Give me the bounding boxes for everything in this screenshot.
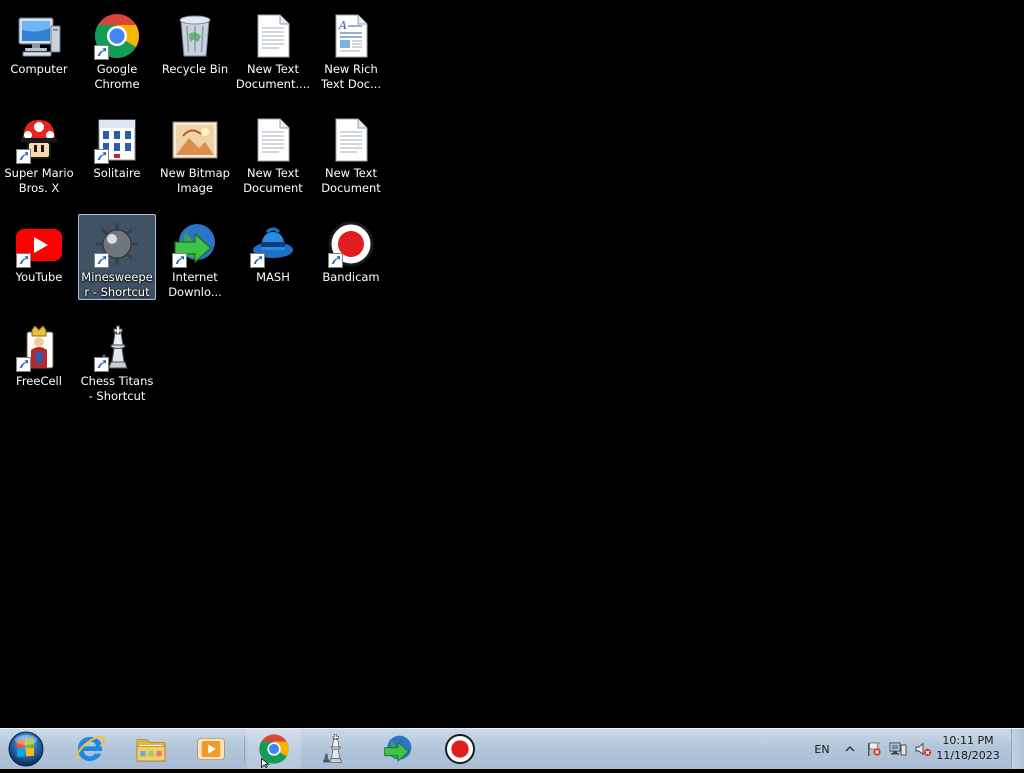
desktop-icon-new-text-document[interactable]: New Text Document.... bbox=[234, 6, 312, 92]
desktop-icon-google-chrome[interactable]: Google Chrome bbox=[78, 6, 156, 92]
desktop-icon-new-text-document-2[interactable]: New Text Document (2) bbox=[312, 110, 390, 196]
desktop-icon-recycle-bin[interactable]: Recycle Bin bbox=[156, 6, 234, 92]
desktop-icon-bandicam[interactable]: Bandicam bbox=[312, 214, 390, 300]
desktop-icon-label: Solitaire bbox=[93, 166, 141, 180]
desktop-icon-label: Internet Downlo... bbox=[168, 270, 222, 299]
language-indicator[interactable]: EN bbox=[810, 729, 834, 769]
desktop-icon-label: FreeCell bbox=[16, 374, 62, 388]
bitmap-image-icon bbox=[171, 116, 219, 164]
svg-text:A: A bbox=[338, 19, 347, 32]
windows-start-icon bbox=[8, 731, 44, 767]
chess-icon bbox=[93, 324, 141, 372]
desktop-icon-label: Chess Titans - Shortcut bbox=[80, 374, 154, 403]
clock-date: 11/18/2023 bbox=[936, 749, 1000, 762]
volume-tray-button[interactable] bbox=[912, 729, 934, 769]
desktop-icon-label: New Bitmap Image bbox=[160, 166, 230, 195]
recycle-bin-icon bbox=[171, 12, 219, 60]
show-desktop-button[interactable] bbox=[1011, 729, 1024, 769]
text-document-icon bbox=[327, 116, 375, 164]
desktop-icon-chess-titans-shortcut[interactable]: Chess Titans - Shortcut bbox=[78, 318, 156, 404]
action-center-icon bbox=[868, 742, 881, 756]
computer-icon bbox=[15, 12, 63, 60]
text-document-icon bbox=[249, 12, 297, 60]
mouse-cursor bbox=[261, 758, 270, 768]
desktop[interactable]: Computer Google Chrome Recycle Bin New Text… bbox=[0, 0, 1024, 728]
clock-time: 10:11 PM bbox=[942, 734, 994, 747]
taskbar-item-google-chrome[interactable] bbox=[247, 729, 301, 769]
shortcut-arrow-icon bbox=[94, 45, 109, 60]
desktop-icon-new-bitmap-image[interactable]: New Bitmap Image bbox=[156, 110, 234, 196]
start-button[interactable] bbox=[0, 729, 52, 769]
taskbar-item-internet-explorer[interactable] bbox=[63, 729, 117, 769]
shortcut-arrow-icon bbox=[94, 149, 109, 164]
show-hidden-icons-button[interactable] bbox=[842, 729, 858, 769]
mash-icon bbox=[249, 220, 297, 268]
desktop-icon-label: New Text Document.... bbox=[235, 62, 311, 91]
chrome-icon bbox=[93, 12, 141, 60]
internet-download-manager-icon bbox=[171, 220, 219, 268]
shortcut-arrow-icon bbox=[172, 253, 187, 268]
desktop-icon-label: New Rich Text Doc... bbox=[320, 62, 382, 91]
desktop-icon-label: Super Mario Bros. X bbox=[4, 166, 74, 195]
desktop-icon-super-mario-bros-x[interactable]: Super Mario Bros. X bbox=[0, 110, 78, 196]
clock[interactable]: 10:11 PM 11/18/2023 bbox=[932, 733, 1004, 763]
youtube-icon bbox=[15, 220, 63, 268]
shortcut-arrow-icon bbox=[250, 253, 265, 268]
desktop-icon-label: Recycle Bin bbox=[161, 62, 229, 76]
solitaire-icon bbox=[93, 116, 141, 164]
text-document-icon bbox=[249, 116, 297, 164]
desktop-icon-new-rich-text-doc[interactable]: A New Rich Text Doc... bbox=[312, 6, 390, 92]
shortcut-arrow-icon bbox=[16, 253, 31, 268]
shortcut-arrow-icon bbox=[16, 357, 31, 372]
network-icon bbox=[889, 742, 907, 756]
freecell-icon bbox=[15, 324, 63, 372]
internet-explorer-icon bbox=[74, 733, 106, 765]
desktop-icon-freecell[interactable]: FreeCell bbox=[0, 318, 78, 404]
show-hidden-icons-icon bbox=[845, 746, 855, 752]
volume-muted-icon bbox=[915, 742, 932, 757]
desktop-icon-internet-downlo[interactable]: Internet Downlo... bbox=[156, 214, 234, 300]
taskbar: EN 10:11 PM 11/18/2023 bbox=[0, 728, 1024, 769]
internet-download-manager-icon bbox=[382, 733, 414, 765]
desktop-icon-label: YouTube bbox=[15, 270, 63, 284]
desktop-icon-label: Bandicam bbox=[322, 270, 380, 284]
desktop-icon-mash[interactable]: MASH bbox=[234, 214, 312, 300]
taskbar-item-internet-download-manager[interactable] bbox=[371, 729, 425, 769]
shortcut-arrow-icon bbox=[94, 357, 109, 372]
folder-icon bbox=[135, 733, 167, 765]
shortcut-arrow-icon bbox=[328, 253, 343, 268]
action-center-tray-button[interactable] bbox=[864, 729, 884, 769]
desktop-icon-label: Google Chrome bbox=[94, 62, 140, 91]
desktop-icon-label: Minesweeper - Shortcut bbox=[81, 270, 153, 299]
taskbar-item-chess-titans[interactable] bbox=[308, 729, 362, 769]
language-label: EN bbox=[814, 742, 830, 756]
desktop-icon-label: New Text Document (2) bbox=[321, 166, 381, 195]
desktop-icon-computer[interactable]: Computer bbox=[0, 6, 78, 92]
desktop-icon-label: Computer bbox=[10, 62, 68, 76]
shortcut-arrow-icon bbox=[16, 149, 31, 164]
desktop-icon-youtube[interactable]: YouTube bbox=[0, 214, 78, 300]
bandicam-icon bbox=[444, 733, 476, 765]
rich-text-document-icon: A bbox=[327, 12, 375, 60]
desktop-icon-minesweeper-shortcut[interactable]: Minesweeper - Shortcut bbox=[78, 214, 156, 300]
taskbar-item-windows-explorer[interactable] bbox=[124, 729, 178, 769]
chess-icon bbox=[319, 733, 351, 765]
shortcut-arrow-icon bbox=[94, 253, 109, 268]
minesweeper-icon bbox=[93, 220, 141, 268]
desktop-icon-solitaire[interactable]: Solitaire bbox=[78, 110, 156, 196]
taskbar-item-bandicam[interactable] bbox=[433, 729, 487, 769]
mushroom-icon bbox=[15, 116, 63, 164]
taskbar-separator bbox=[244, 737, 245, 763]
media-player-icon bbox=[195, 733, 227, 765]
bandicam-icon bbox=[327, 220, 375, 268]
desktop-icon-new-text-document[interactable]: New Text Document bbox=[234, 110, 312, 196]
desktop-icon-label: MASH bbox=[256, 270, 290, 284]
network-tray-button[interactable] bbox=[888, 729, 908, 769]
desktop-icon-label: New Text Document bbox=[243, 166, 303, 195]
taskbar-item-windows-media-player[interactable] bbox=[184, 729, 238, 769]
